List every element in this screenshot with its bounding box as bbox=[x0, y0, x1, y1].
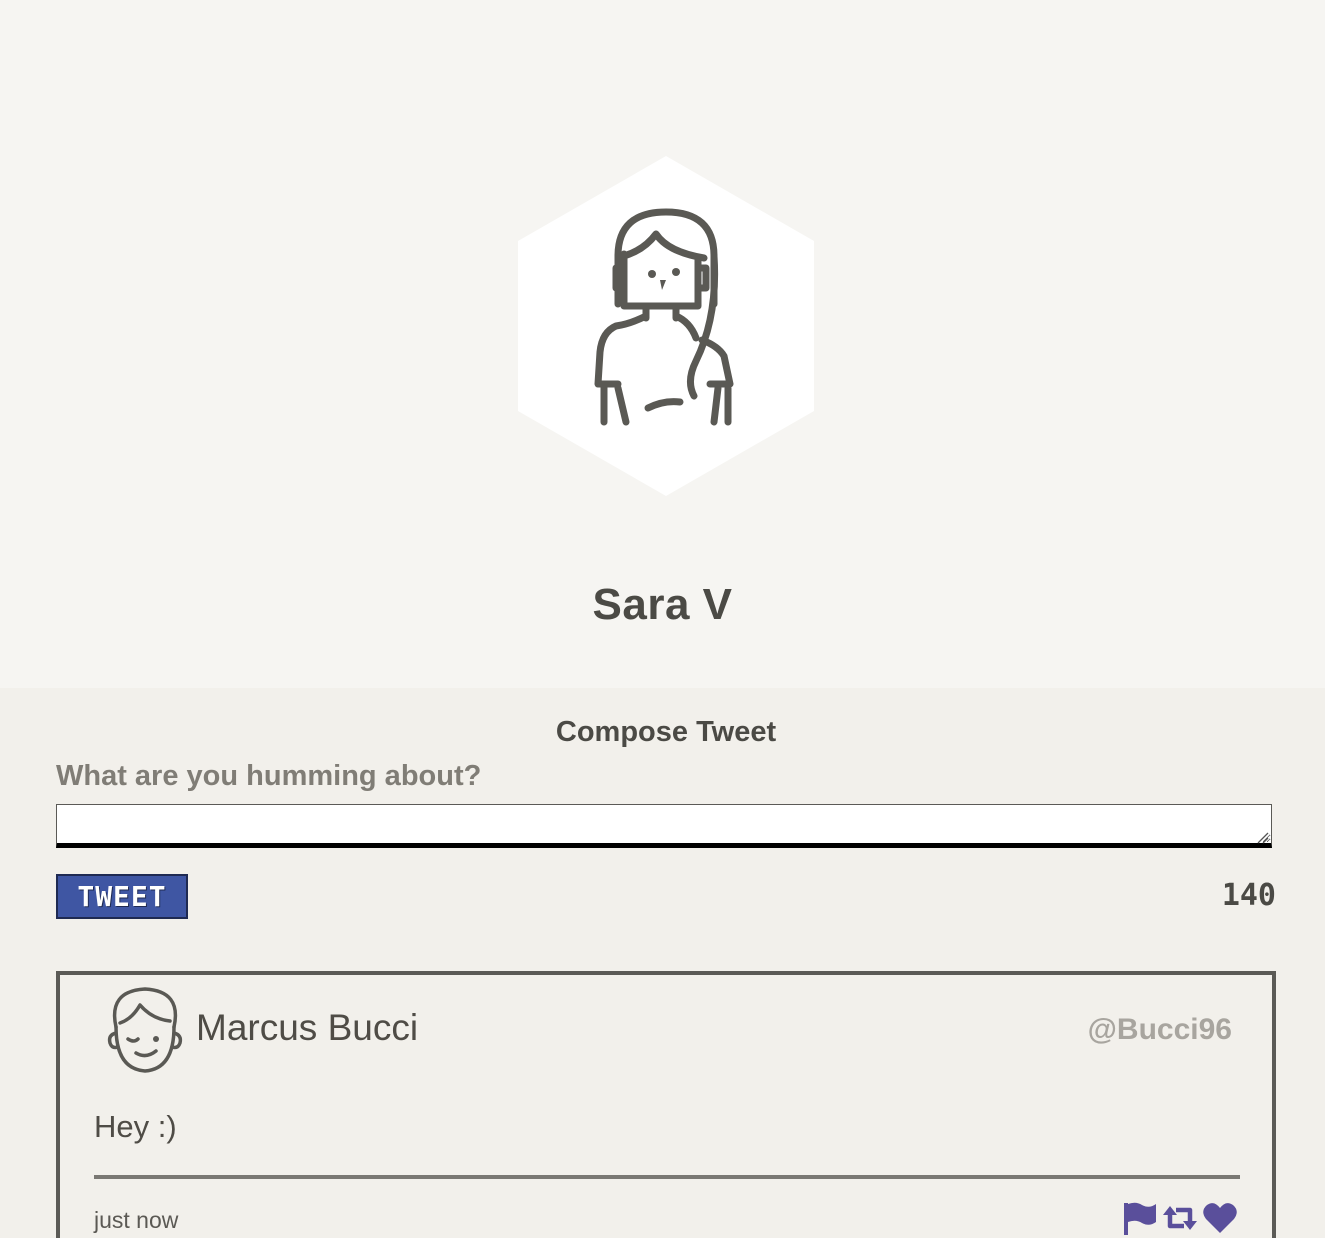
compose-prompt-label: What are you humming about? bbox=[56, 760, 482, 792]
man-avatar-icon bbox=[107, 987, 183, 1073]
resize-grip-icon[interactable] bbox=[1256, 832, 1270, 844]
tweet-text-input[interactable] bbox=[56, 804, 1272, 848]
flag-icon[interactable] bbox=[1122, 1201, 1158, 1235]
heart-icon[interactable] bbox=[1202, 1201, 1238, 1235]
profile-name: Sara V bbox=[592, 580, 733, 629]
compose-title: Compose Tweet bbox=[555, 716, 777, 748]
tweet-button[interactable]: TWEET bbox=[56, 874, 188, 919]
tweet-text: Hey :) bbox=[94, 1109, 177, 1144]
tweet-divider bbox=[94, 1175, 1240, 1179]
retweet-icon[interactable] bbox=[1162, 1201, 1198, 1235]
tweet-timestamp: just now bbox=[94, 1207, 179, 1233]
tweet-author-handle: @Bucci96 bbox=[1087, 1013, 1232, 1046]
profile-avatar bbox=[518, 156, 814, 496]
tweet-author-name: Marcus Bucci bbox=[196, 1007, 419, 1048]
profile-header: Sara V bbox=[0, 0, 1325, 688]
tweet-card: Marcus Bucci @Bucci96 Hey :) just now bbox=[56, 971, 1276, 1238]
char-counter: 140 bbox=[1221, 878, 1276, 913]
tweet-actions bbox=[1122, 1201, 1238, 1235]
